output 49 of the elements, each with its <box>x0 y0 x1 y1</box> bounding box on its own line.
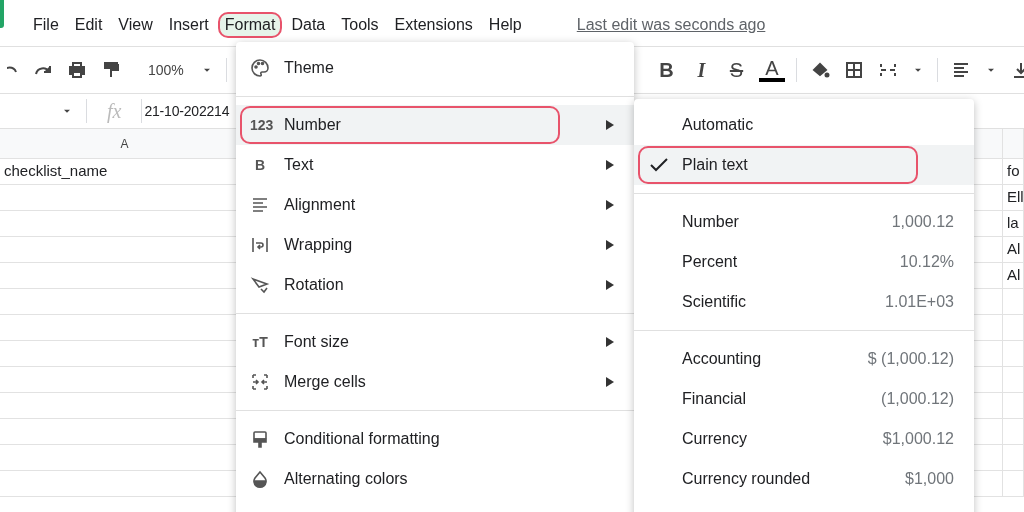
table-cell: Al <box>1003 237 1024 263</box>
strikethrough-button[interactable]: S <box>719 58 754 82</box>
menu-item[interactable]: Financial (1,000.12) <box>634 379 974 419</box>
menu-item[interactable]: Alternating colors <box>236 459 634 499</box>
menu-item[interactable]: Accounting $ (1,000.12) <box>634 339 974 379</box>
bold-button[interactable]: B <box>649 58 684 82</box>
format-example: $ (1,000.12) <box>867 350 954 368</box>
table-cell: Ell <box>1003 185 1024 211</box>
format-glyph-icon: тT <box>250 334 270 350</box>
menu-item[interactable]: тT Font size <box>236 322 634 362</box>
formula-value[interactable]: 21-10-202214 <box>144 103 230 119</box>
menu-item[interactable]: Percent 10.12% <box>634 242 974 282</box>
last-edit-link[interactable]: Last edit was seconds ago <box>576 16 766 34</box>
table-cell: la <box>1003 211 1024 237</box>
format-example: (1,000.12) <box>881 390 954 408</box>
menu-item[interactable]: Merge cells <box>236 362 634 402</box>
menu-item[interactable]: Edit <box>67 12 110 38</box>
table-cell: fo <box>1003 159 1024 185</box>
italic-button[interactable]: I <box>684 58 719 82</box>
menu-item[interactable]: Number 1,000.12 <box>634 202 974 242</box>
menu-item[interactable]: Conditional formatting <box>236 419 634 459</box>
menu-item[interactable]: Data <box>284 12 333 38</box>
menu-item[interactable]: Format <box>217 12 283 38</box>
menu-item[interactable]: Alignment <box>236 185 634 225</box>
menu-item[interactable]: Currency $1,000.12 <box>634 419 974 459</box>
format-glyph-icon: B <box>250 157 270 173</box>
menu-item[interactable]: Help <box>481 12 529 38</box>
menu-item[interactable]: Automatic <box>634 105 974 145</box>
menu-item[interactable]: View <box>111 12 160 38</box>
menu-item[interactable]: Wrapping <box>236 225 634 265</box>
menu-item[interactable]: Tools <box>334 12 386 38</box>
menu-item[interactable]: Insert <box>161 12 216 38</box>
menu-item[interactable]: Scientific 1.01E+03 <box>634 282 974 322</box>
format-example: $1,000 <box>905 470 954 488</box>
format-example: 10.12% <box>899 253 954 271</box>
format-example: $1,000.12 <box>882 430 954 448</box>
menu-item[interactable]: Extensions <box>387 12 480 38</box>
menu-item[interactable]: 123 Number <box>236 105 634 145</box>
table-cell: Al <box>1003 263 1024 289</box>
menu-item[interactable]: Theme <box>236 48 634 88</box>
format-example: 1.01E+03 <box>885 293 954 311</box>
menu-item[interactable]: Plain text <box>634 145 974 185</box>
format-example: 1,000.12 <box>891 213 954 231</box>
menu-item[interactable]: Rotation <box>236 265 634 305</box>
zoom-select[interactable]: 100% <box>148 62 184 78</box>
function-label: fx <box>107 99 122 123</box>
menu-item[interactable]: Currency rounded $1,000 <box>634 459 974 499</box>
text-color-button[interactable]: A <box>759 58 785 82</box>
menu-item[interactable]: File <box>26 12 66 38</box>
